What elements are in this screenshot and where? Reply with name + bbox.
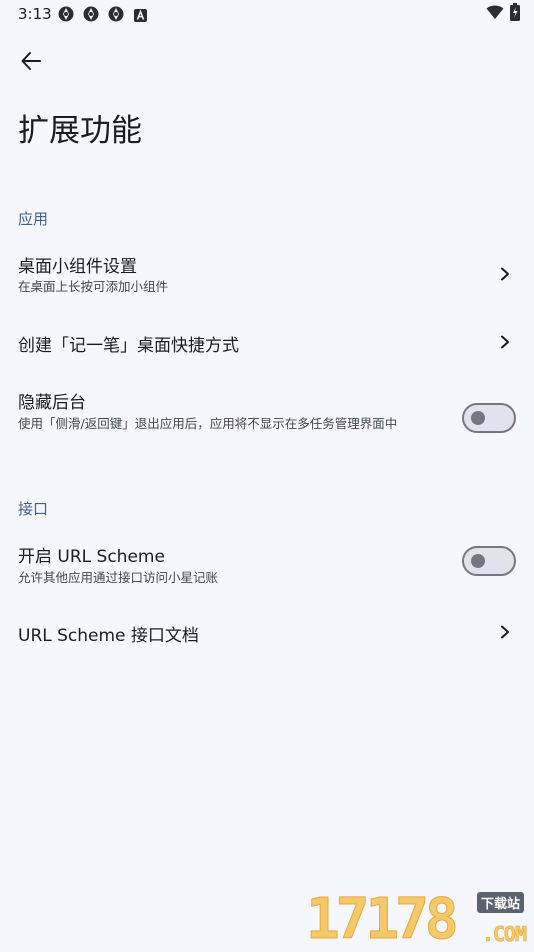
hide-background-switch[interactable] xyxy=(462,403,516,433)
site-watermark-logo: 17178 下载站 .COM xyxy=(306,887,530,952)
row-title: URL Scheme 接口文档 xyxy=(18,626,199,646)
row-title: 创建「记一笔」桌面快捷方式 xyxy=(18,336,239,356)
arrow-back-icon xyxy=(20,50,42,76)
row-subtitle: 使用「侧滑/返回键」退出应用后，应用将不显示在多任务管理界面中 xyxy=(18,416,398,431)
battery-charging-icon xyxy=(510,3,520,25)
chevron-right-icon xyxy=(498,334,512,349)
url-scheme-docs-row[interactable]: URL Scheme 接口文档 xyxy=(0,604,534,660)
widget-settings-row[interactable]: 桌面小组件设置 在桌面上长按可添加小组件 xyxy=(0,240,534,306)
section-header-api: 接口 xyxy=(18,500,49,518)
row-title: 隐藏后台 xyxy=(18,393,86,413)
switch-knob xyxy=(471,554,485,568)
chevron-right-icon xyxy=(498,624,512,639)
page-title: 扩展功能 xyxy=(18,113,142,149)
app-a-icon xyxy=(134,7,150,23)
row-subtitle: 在桌面上长按可添加小组件 xyxy=(18,279,169,294)
row-title: 开启 URL Scheme xyxy=(18,547,165,567)
status-bar: 3:13 xyxy=(0,0,534,28)
section-header-app: 应用 xyxy=(18,210,49,228)
switch-knob xyxy=(471,411,485,425)
chevron-right-icon xyxy=(498,266,512,281)
url-scheme-toggle-row[interactable]: 开启 URL Scheme 允许其他应用通过接口访问小星记账 xyxy=(0,530,534,596)
app-notification-icon xyxy=(108,6,124,22)
hide-background-row[interactable]: 隐藏后台 使用「侧滑/返回键」退出应用后，应用将不显示在多任务管理界面中 xyxy=(0,376,534,466)
status-time: 3:13 xyxy=(18,5,52,23)
url-scheme-switch[interactable] xyxy=(462,546,516,576)
status-icons xyxy=(486,3,520,25)
watermark-domain: .COM xyxy=(481,922,528,947)
row-subtitle: 允许其他应用通过接口访问小星记账 xyxy=(18,570,219,585)
watermark-digits: 17178 xyxy=(306,887,460,952)
row-title: 桌面小组件设置 xyxy=(18,257,137,277)
wifi-icon xyxy=(486,4,504,24)
create-shortcut-row[interactable]: 创建「记一笔」桌面快捷方式 xyxy=(0,314,534,370)
app-notification-icon xyxy=(83,6,99,22)
app-notification-icon xyxy=(58,6,74,22)
back-button[interactable] xyxy=(14,46,48,80)
watermark-badge: 下载站 xyxy=(476,892,524,913)
